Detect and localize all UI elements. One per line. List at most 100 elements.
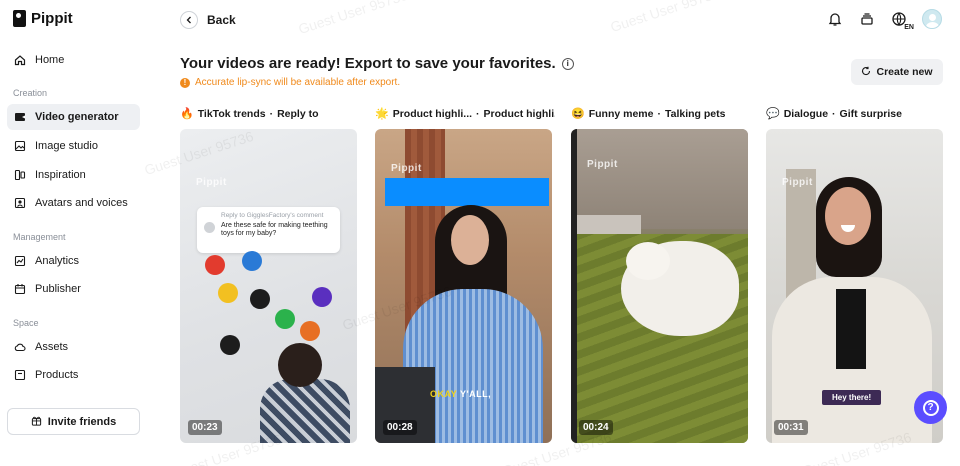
charm-image [242, 251, 262, 271]
pippit-logo-icon [13, 10, 26, 27]
analytics-icon [14, 255, 26, 267]
home-icon [14, 54, 26, 66]
comment-text: Are these safe for making teething toys … [221, 222, 328, 238]
card-category: TikTok trends [197, 107, 266, 120]
video-duration: 00:23 [188, 420, 222, 435]
video-card-tiktok[interactable]: Pippit Reply to GigglesFactory's comment… [180, 129, 357, 443]
charm-image [218, 283, 238, 303]
speech-bubble-icon: 💬 [766, 108, 780, 120]
sidebar-item-label: Inspiration [35, 169, 86, 181]
star-icon: 🌟 [375, 108, 389, 120]
globe-icon[interactable]: EN [890, 10, 914, 31]
sidebar-item-label: Avatars and voices [35, 197, 128, 209]
presenter-shirt [260, 379, 350, 443]
charm-image [250, 289, 270, 309]
sidebar-item-label: Publisher [35, 283, 81, 295]
card-category: Dialogue [783, 107, 829, 120]
back-label: Back [207, 13, 236, 27]
video-watermark: Pippit [782, 177, 813, 188]
lip-sync-notice: ! Accurate lip-sync will be available af… [180, 77, 400, 88]
box-icon [14, 369, 26, 381]
charm-image [312, 287, 332, 307]
sidebar-item-image-studio[interactable]: Image studio [7, 133, 140, 159]
card-separator: · [476, 107, 480, 120]
card-title: 🌟 Product highli... · Product highli... [375, 107, 555, 121]
video-duration: 00:24 [579, 420, 613, 435]
sidebar-item-label: Image studio [35, 140, 98, 152]
header-actions: EN [826, 9, 942, 31]
logo[interactable]: Pippit [13, 10, 73, 27]
card-title: 🔥 TikTok trends · Reply to [180, 107, 360, 121]
invite-friends-button[interactable]: Invite friends [7, 408, 140, 435]
bell-icon[interactable] [826, 10, 844, 28]
commenter-avatar [204, 222, 215, 233]
card-subtitle: Product highli... [483, 107, 555, 120]
video-duration: 00:28 [383, 420, 417, 435]
video-watermark: Pippit [196, 177, 227, 188]
presenter-top [836, 289, 866, 369]
sidebar-item-label: Analytics [35, 255, 80, 267]
back-button[interactable]: Back [180, 11, 236, 29]
sidebar: Pippit Home Creation Video generator Ima… [0, 0, 150, 466]
video-card-product[interactable]: Pippit OKAY Y'ALL, 00:28 [375, 129, 552, 443]
blue-overlay-bar [385, 178, 549, 206]
laughing-face-icon: 😆 [571, 108, 585, 120]
section-label-management: Management [13, 232, 66, 242]
video-watermark: Pippit [587, 159, 618, 170]
language-badge: EN [904, 24, 914, 31]
create-new-label: Create new [876, 66, 933, 78]
presenter-face [825, 187, 871, 245]
chevron-left-icon [180, 11, 198, 29]
page-title-text: Your videos are ready! Export to save yo… [180, 55, 556, 72]
stack-icon[interactable] [858, 10, 876, 28]
cat-head [626, 242, 670, 280]
video-card-dialogue[interactable]: Pippit Hey there! 00:31 [766, 129, 943, 443]
presenter-face [451, 215, 489, 265]
sidebar-item-inspiration[interactable]: Inspiration [7, 162, 140, 188]
presenter-head [278, 343, 322, 387]
section-label-creation: Creation [13, 88, 48, 98]
gift-icon [31, 415, 42, 429]
comment-from: Reply to GigglesFactory's comment [221, 212, 324, 219]
fire-icon: 🔥 [180, 108, 194, 120]
sidebar-item-label: Products [35, 369, 79, 381]
warning-icon: ! [180, 77, 190, 88]
inspiration-icon [14, 169, 26, 181]
card-category: Product highli... [392, 107, 473, 120]
sidebar-item-label: Home [35, 54, 65, 66]
caption-highlight: OKAY [430, 389, 458, 399]
section-label-space: Space [13, 318, 39, 328]
video-caption: OKAY Y'ALL, [430, 389, 491, 399]
invite-friends-label: Invite friends [47, 415, 117, 428]
sidebar-item-home[interactable]: Home [7, 47, 140, 73]
image-icon [14, 140, 26, 152]
avatar-icon [14, 197, 26, 209]
avatar[interactable] [922, 9, 942, 29]
video-duration: 00:31 [774, 420, 808, 435]
help-button[interactable]: ? [914, 391, 947, 424]
calendar-icon [14, 283, 26, 295]
sidebar-item-publisher[interactable]: Publisher [7, 276, 140, 302]
caption-rest: Y'ALL, [460, 389, 492, 399]
sidebar-item-label: Video generator [35, 111, 119, 123]
sidebar-item-avatars-and-voices[interactable]: Avatars and voices [7, 190, 140, 216]
card-separator: · [269, 107, 274, 120]
question-icon: ? [922, 399, 939, 416]
wall [571, 129, 748, 229]
page-title: Your videos are ready! Export to save yo… [180, 55, 574, 72]
sidebar-item-label: Assets [35, 341, 69, 353]
app-name: Pippit [31, 10, 73, 27]
sidebar-item-assets[interactable]: Assets [7, 334, 140, 360]
card-title: 💬 Dialogue · Gift surprise [766, 107, 946, 121]
info-icon[interactable]: i [561, 57, 574, 70]
video-card-pets[interactable]: Pippit 00:24 [571, 129, 748, 443]
create-new-button[interactable]: Create new [851, 59, 943, 85]
sidebar-item-analytics[interactable]: Analytics [7, 248, 140, 274]
guest-watermark: Guest User 95736 [296, 0, 410, 38]
sidebar-item-video-generator[interactable]: Video generator [7, 104, 140, 130]
app-root: Pippit Home Creation Video generator Ima… [0, 0, 960, 466]
charm-image [275, 309, 295, 329]
card-title: 😆 Funny meme · Talking pets [571, 107, 751, 121]
card-subtitle: Talking pets [664, 107, 726, 120]
sidebar-item-products[interactable]: Products [7, 362, 140, 388]
